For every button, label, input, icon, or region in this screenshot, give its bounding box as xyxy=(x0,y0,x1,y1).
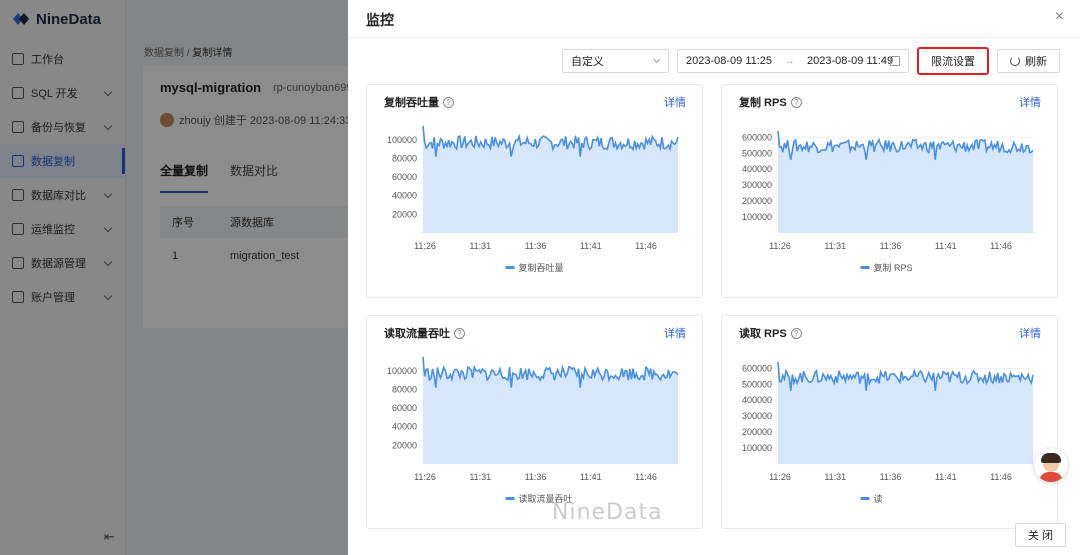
chart-panel-3: 读取 RPS? 详情 600000 500000 400000 300000 200000 1… xyxy=(721,315,1058,529)
calendar-icon xyxy=(890,56,900,66)
y-tick-label: 600000 xyxy=(742,132,772,142)
chart-title: 读取流量吞吐? xyxy=(384,325,465,341)
chevron-down-icon xyxy=(652,55,661,64)
close-button[interactable]: 关 闭 xyxy=(1014,523,1066,547)
y-tick-label: 80000 xyxy=(392,384,417,394)
chart-svg: 600000 500000 400000 300000 200000 100000 11:2… xyxy=(742,361,1034,504)
y-tick-label: 200000 xyxy=(742,196,772,206)
monitor-drawer: 监控 × 自定义 2023-08-09 11:25 → 2023-08-09 1… xyxy=(348,0,1080,555)
modal-mask[interactable] xyxy=(0,0,348,555)
x-tick-label: 11:36 xyxy=(525,472,547,482)
end-time[interactable]: 2023-08-09 11:49 xyxy=(807,55,893,67)
y-tick-label: 20000 xyxy=(392,209,417,219)
y-tick-label: 100000 xyxy=(742,443,772,453)
chart-title-text: 复制吞吐量 xyxy=(384,97,439,109)
chart-title: 复制 RPS? xyxy=(739,94,802,110)
y-tick-label: 400000 xyxy=(742,164,772,174)
chart-panel-2: 读取流量吞吐? 详情 100000 80000 60000 40000 20000 11:26… xyxy=(366,315,703,529)
refresh-button[interactable]: 刷新 xyxy=(997,49,1060,73)
chart-title-text: 读取 RPS xyxy=(739,328,787,340)
chart-svg: 600000 500000 400000 300000 200000 100000 11:2… xyxy=(742,130,1034,273)
y-tick-label: 300000 xyxy=(742,411,772,421)
legend-swatch[interactable] xyxy=(505,497,515,500)
legend-swatch[interactable] xyxy=(505,266,515,269)
chart-svg: 100000 80000 60000 40000 20000 11:26 11:31 11:3… xyxy=(387,356,679,504)
x-tick-label: 11:26 xyxy=(414,472,436,482)
x-tick-label: 11:41 xyxy=(580,472,602,482)
chart-detail-link[interactable]: 详情 xyxy=(664,94,686,110)
y-tick-label: 40000 xyxy=(392,422,417,432)
help-icon[interactable]: ? xyxy=(790,327,802,339)
start-time[interactable]: 2023-08-09 11:25 xyxy=(686,55,772,67)
legend-label[interactable]: 复制吞吐量 xyxy=(519,262,564,273)
refresh-icon xyxy=(1010,56,1020,66)
legend-swatch[interactable] xyxy=(860,266,870,269)
support-avatar-button[interactable] xyxy=(1034,448,1068,482)
chart-detail-link[interactable]: 详情 xyxy=(1019,325,1041,341)
help-icon[interactable]: ? xyxy=(454,327,465,339)
watermark: NineData xyxy=(552,500,663,525)
x-tick-label: 11:26 xyxy=(414,241,436,251)
y-tick-label: 400000 xyxy=(742,395,772,405)
x-tick-label: 11:46 xyxy=(990,472,1012,482)
chart-panel-1: 复制 RPS? 详情 600000 500000 400000 300000 200000 1… xyxy=(721,84,1058,298)
legend-label[interactable]: 读 xyxy=(874,493,883,504)
x-tick-label: 11:31 xyxy=(824,472,846,482)
chart-detail-link[interactable]: 详情 xyxy=(1019,94,1041,110)
time-range-select[interactable]: 自定义 xyxy=(562,49,669,73)
time-range-value: 自定义 xyxy=(571,56,604,68)
monitor-toolbar: 自定义 2023-08-09 11:25 → 2023-08-09 11:49 … xyxy=(562,47,1060,75)
rate-limit-settings-button[interactable]: 限流设置 xyxy=(917,47,989,75)
x-tick-label: 11:26 xyxy=(769,241,791,251)
drawer-title: 监控 xyxy=(366,12,394,28)
chart-title-text: 复制 RPS xyxy=(739,97,787,109)
x-tick-label: 11:31 xyxy=(469,241,491,251)
y-tick-label: 100000 xyxy=(387,135,417,145)
x-tick-label: 11:31 xyxy=(824,241,846,251)
y-tick-label: 500000 xyxy=(742,379,772,389)
avatar-hair xyxy=(1041,453,1061,463)
y-tick-label: 200000 xyxy=(742,427,772,437)
help-icon[interactable]: ? xyxy=(790,96,802,108)
chart-panel-0: 复制吞吐量? 详情 100000 80000 60000 40000 20000 11:26 1… xyxy=(366,84,703,298)
chart-svg: 100000 80000 60000 40000 20000 11:26 11:31 11:3… xyxy=(387,125,679,273)
avatar-body xyxy=(1039,472,1063,482)
y-tick-label: 40000 xyxy=(392,191,417,201)
y-tick-label: 20000 xyxy=(392,440,417,450)
legend-label[interactable]: 复制 RPS xyxy=(874,262,913,273)
y-tick-label: 300000 xyxy=(742,180,772,190)
y-tick-label: 600000 xyxy=(742,363,772,373)
y-tick-label: 100000 xyxy=(387,366,417,376)
legend-swatch[interactable] xyxy=(860,497,870,500)
chart-detail-link[interactable]: 详情 xyxy=(664,325,686,341)
chart-title: 复制吞吐量? xyxy=(384,94,454,110)
date-range-picker[interactable]: 2023-08-09 11:25 → 2023-08-09 11:49 xyxy=(677,49,909,73)
y-tick-label: 60000 xyxy=(392,172,417,182)
close-icon[interactable]: × xyxy=(1055,8,1064,26)
help-icon[interactable]: ? xyxy=(443,96,454,108)
y-tick-label: 60000 xyxy=(392,403,417,413)
x-tick-label: 11:46 xyxy=(635,472,657,482)
x-tick-label: 11:36 xyxy=(880,241,902,251)
y-tick-label: 500000 xyxy=(742,148,772,158)
x-tick-label: 11:36 xyxy=(880,472,902,482)
x-tick-label: 11:31 xyxy=(469,472,491,482)
y-tick-label: 80000 xyxy=(392,153,417,163)
x-tick-label: 11:26 xyxy=(769,472,791,482)
chart-title-text: 读取流量吞吐 xyxy=(384,328,450,340)
x-tick-label: 11:46 xyxy=(635,241,657,251)
x-tick-label: 11:46 xyxy=(990,241,1012,251)
y-tick-label: 100000 xyxy=(742,212,772,222)
x-tick-label: 11:36 xyxy=(525,241,547,251)
arrow-right-icon: → xyxy=(784,55,796,67)
chart-title: 读取 RPS? xyxy=(739,325,802,341)
refresh-label: 刷新 xyxy=(1025,56,1047,68)
x-tick-label: 11:41 xyxy=(935,472,957,482)
drawer-divider xyxy=(348,37,1080,38)
x-tick-label: 11:41 xyxy=(935,241,957,251)
x-tick-label: 11:41 xyxy=(580,241,602,251)
